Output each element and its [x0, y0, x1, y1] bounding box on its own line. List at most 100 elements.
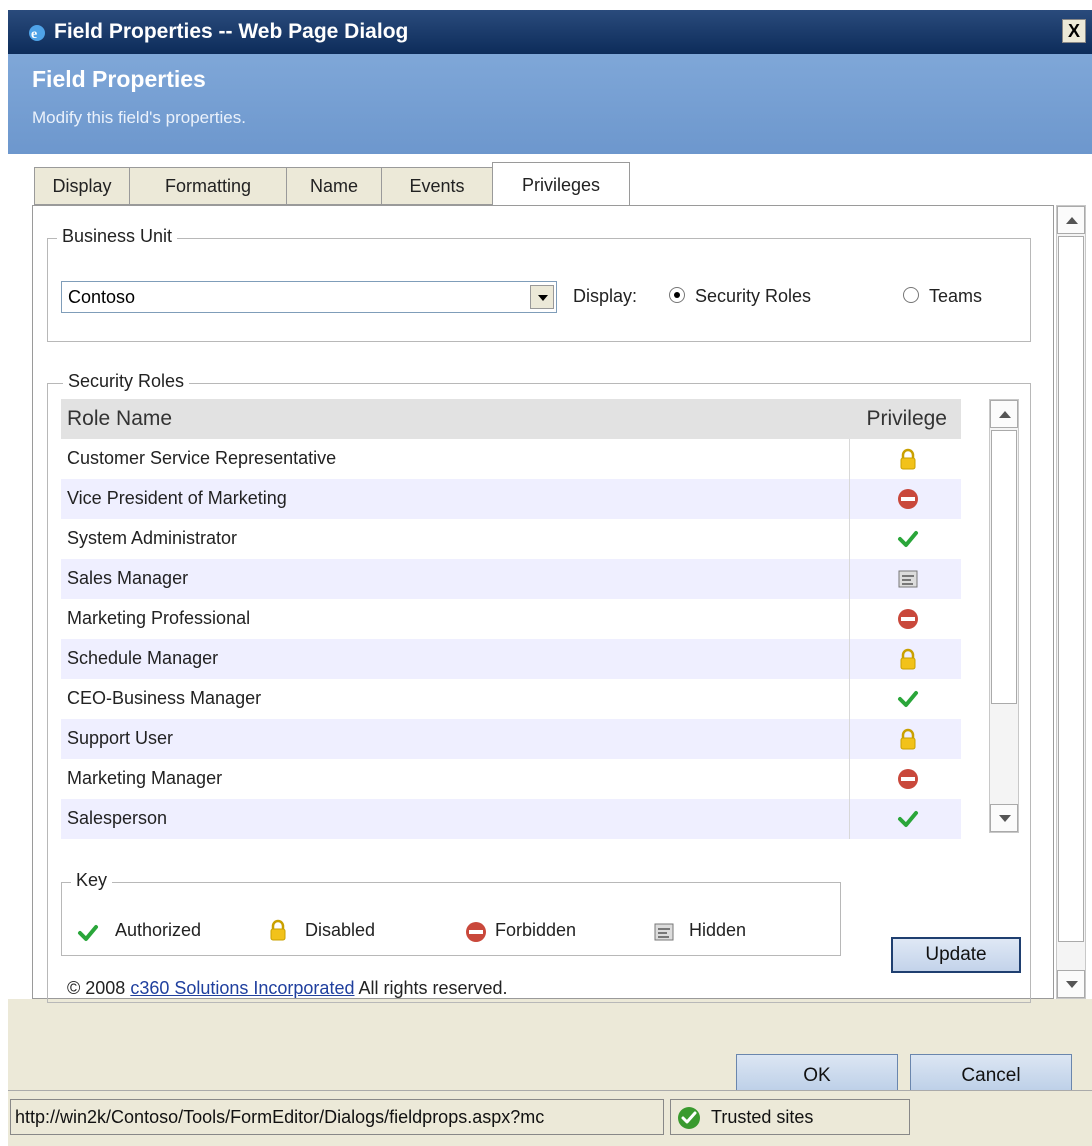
tab-display[interactable]: Display — [34, 167, 130, 205]
update-button-label: Update — [925, 944, 987, 965]
column-header-role-name[interactable]: Role Name — [67, 407, 172, 431]
key-fieldset — [61, 882, 841, 956]
role-name-cell: Support User — [67, 728, 174, 748]
display-label: Display: — [573, 286, 638, 306]
padlock-icon — [270, 919, 286, 941]
tab-label: Events — [409, 176, 465, 196]
grid-scroll-thumb[interactable] — [991, 430, 1017, 704]
padlock-icon[interactable] — [897, 448, 919, 470]
security-zone-label: Trusted sites — [711, 1107, 814, 1127]
page-scroll-thumb[interactable] — [1058, 236, 1084, 942]
hidden-field-icon — [654, 923, 674, 941]
svg-text:e: e — [31, 27, 37, 42]
business-unit-value: Contoso — [68, 287, 136, 307]
business-unit-legend: Business Unit — [57, 226, 178, 247]
role-name-cell: Customer Service Representative — [67, 448, 337, 468]
key-disabled-label: Disabled — [305, 920, 376, 940]
privileges-panel: Business Unit Contoso Display: Security … — [32, 205, 1054, 1003]
no-entry-icon[interactable] — [897, 608, 919, 630]
copyright-prefix: © 2008 — [67, 978, 131, 998]
update-button[interactable]: Update — [891, 937, 1021, 973]
column-divider — [849, 639, 850, 679]
key-forbidden-label: Forbidden — [495, 920, 577, 940]
teams-radio-label[interactable]: Teams — [929, 286, 982, 307]
grid-scroll-up-button[interactable] — [990, 400, 1018, 428]
checkmark-icon[interactable] — [897, 808, 919, 830]
copyright-suffix: All rights reserved. — [354, 978, 508, 998]
tab-events[interactable]: Events — [381, 167, 493, 205]
page-scrollbar[interactable] — [1056, 205, 1086, 999]
padlock-icon[interactable] — [897, 728, 919, 750]
copyright-footer: © 2008 c360 Solutions Incorporated All r… — [67, 978, 508, 999]
table-row[interactable]: System Administrator — [61, 519, 961, 559]
page-scroll-up-button[interactable] — [1057, 206, 1085, 234]
tab-privileges[interactable]: Privileges — [492, 162, 630, 206]
table-row[interactable]: Salesperson — [61, 799, 961, 839]
role-name-cell: Marketing Professional — [67, 608, 251, 628]
table-row[interactable]: Support User — [61, 719, 961, 759]
security-roles-legend: Security Roles — [63, 371, 190, 392]
no-entry-icon[interactable] — [897, 488, 919, 510]
role-name-cell: Schedule Manager — [67, 648, 219, 668]
security-zone[interactable]: Trusted sites — [670, 1099, 910, 1135]
checkmark-icon[interactable] — [897, 528, 919, 550]
column-divider — [849, 519, 850, 559]
role-name-cell: Vice President of Marketing — [67, 488, 287, 508]
security-roles-radio-label[interactable]: Security Roles — [695, 286, 811, 307]
table-row[interactable]: Marketing Manager — [61, 759, 961, 799]
company-link[interactable]: c360 Solutions Incorporated — [130, 978, 354, 998]
grid-scroll-down-button[interactable] — [990, 804, 1018, 832]
role-name-cell: CEO-Business Manager — [67, 688, 262, 708]
grid-header: Role Name Privilege — [61, 399, 961, 439]
dialog-header: Field Properties Modify this field's pro… — [8, 54, 1092, 154]
page-scroll-down-button[interactable] — [1057, 970, 1085, 998]
key-legend: Key — [71, 870, 113, 891]
column-divider — [849, 679, 850, 719]
role-name-cell: Marketing Manager — [67, 768, 223, 788]
column-header-privilege[interactable]: Privilege — [866, 407, 947, 431]
tab-label: Display — [52, 176, 112, 196]
ok-button-label: OK — [803, 1065, 831, 1086]
tab-label: Name — [309, 176, 358, 196]
ie-logo-icon: e — [29, 25, 45, 42]
security-roles-radio[interactable] — [669, 287, 685, 303]
padlock-icon[interactable] — [897, 648, 919, 670]
tab-label: Formatting — [164, 176, 252, 196]
status-bar: http://win2k/Contoso/Tools/FormEditor/Di… — [8, 1090, 1092, 1146]
table-row[interactable]: Sales Manager — [61, 559, 961, 599]
teams-radio[interactable] — [903, 287, 919, 303]
header-title: Field Properties — [32, 66, 206, 92]
column-divider — [849, 599, 850, 639]
close-icon: X — [1067, 21, 1080, 41]
no-entry-icon — [466, 922, 486, 942]
key-hidden-label: Hidden — [689, 920, 747, 940]
close-button[interactable]: X — [1062, 19, 1086, 43]
column-divider — [849, 479, 850, 519]
dialog-window: e Field Properties -- Web Page Dialog X … — [8, 10, 1092, 1146]
header-subtitle: Modify this field's properties. — [32, 108, 246, 127]
tab-name[interactable]: Name — [286, 167, 382, 205]
checkmark-icon[interactable] — [897, 688, 919, 710]
chevron-down-icon[interactable] — [530, 285, 554, 309]
business-unit-select[interactable]: Contoso — [61, 281, 557, 313]
tab-formatting[interactable]: Formatting — [129, 167, 287, 205]
status-url: http://win2k/Contoso/Tools/FormEditor/Di… — [10, 1099, 664, 1135]
table-row[interactable]: Marketing Professional — [61, 599, 961, 639]
grid-scrollbar[interactable] — [989, 399, 1019, 833]
column-divider — [849, 559, 850, 599]
checkmark-icon — [78, 925, 98, 941]
dialog-content: Display Formatting Name Events Privilege… — [8, 154, 1092, 1003]
key-authorized-label: Authorized — [115, 920, 202, 940]
no-entry-icon[interactable] — [897, 768, 919, 790]
column-divider — [849, 719, 850, 759]
role-name-cell: Sales Manager — [67, 568, 189, 588]
hidden-field-icon[interactable] — [897, 568, 919, 590]
cancel-button-label: Cancel — [961, 1065, 1021, 1086]
column-divider — [849, 439, 850, 479]
column-divider — [849, 799, 850, 839]
table-row[interactable]: Schedule Manager — [61, 639, 961, 679]
table-row[interactable]: CEO-Business Manager — [61, 679, 961, 719]
role-name-cell: Salesperson — [67, 808, 168, 828]
table-row[interactable]: Customer Service Representative — [61, 439, 961, 479]
table-row[interactable]: Vice President of Marketing — [61, 479, 961, 519]
